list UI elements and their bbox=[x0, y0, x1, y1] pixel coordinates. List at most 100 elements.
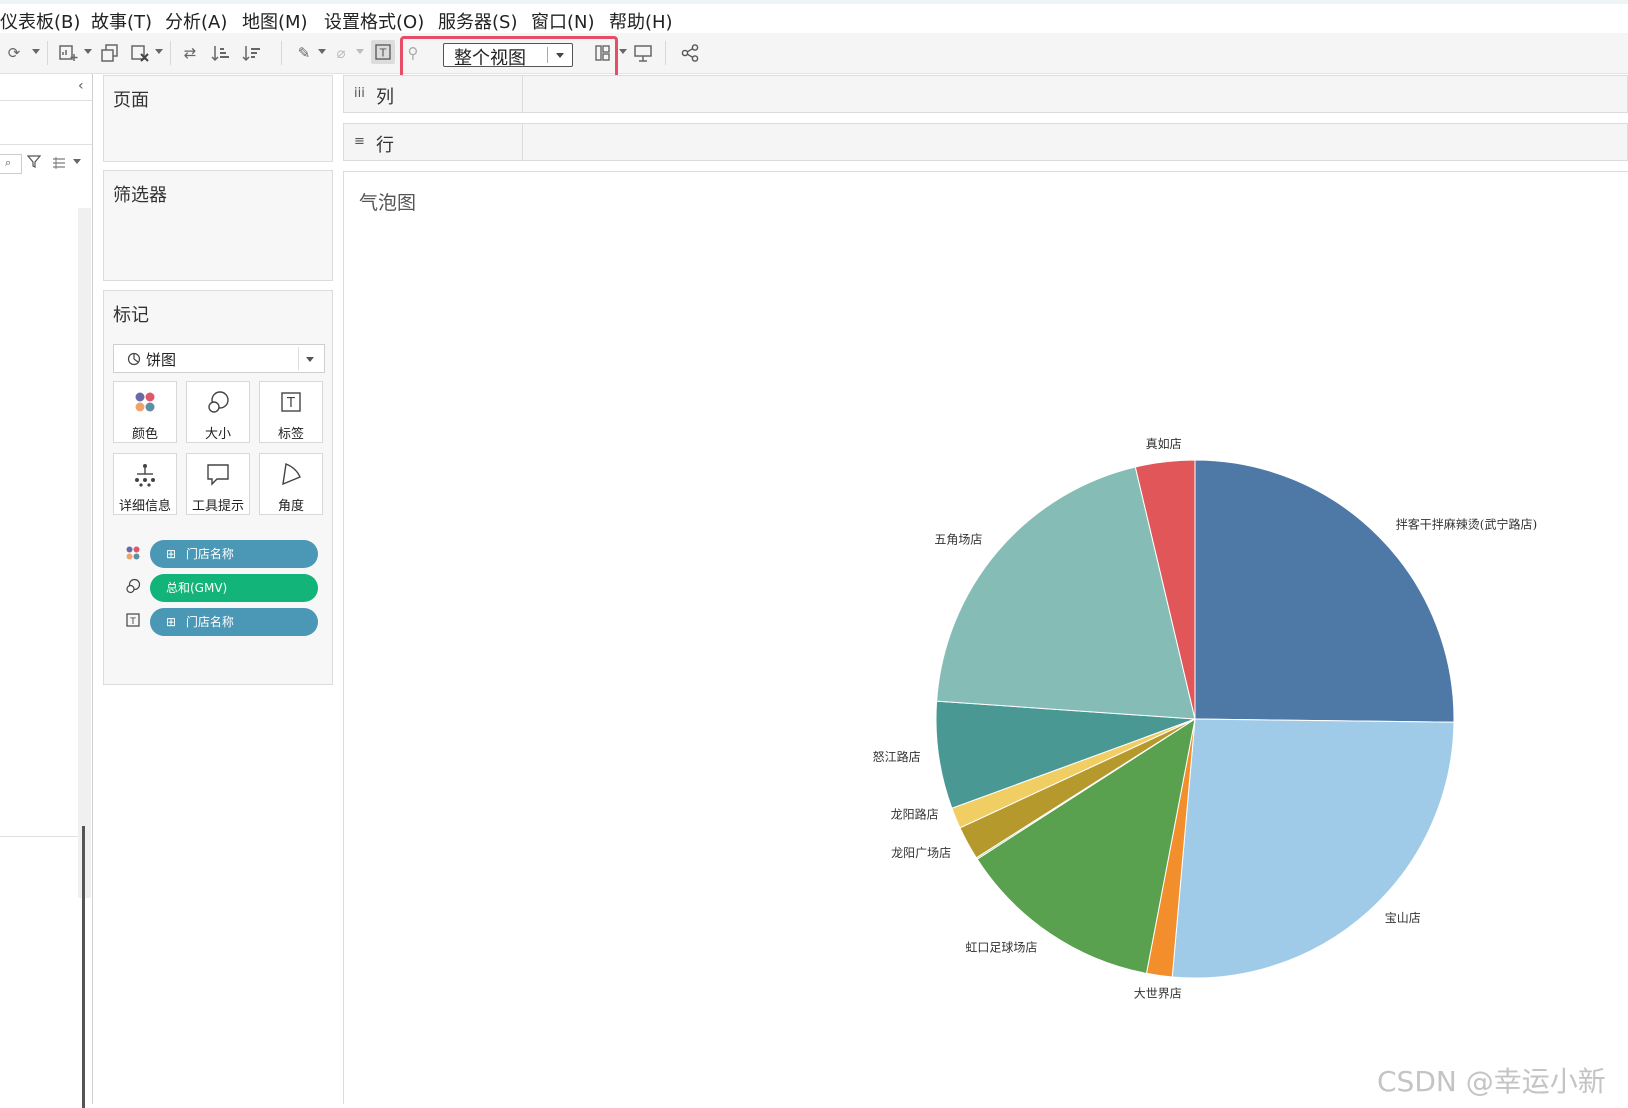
pie-slice-label: 真如店 bbox=[1146, 436, 1182, 451]
sort-ascending-icon[interactable] bbox=[211, 43, 231, 63]
text-label-icon: T bbox=[260, 390, 322, 416]
label-pill-label: 门店名称 bbox=[185, 615, 234, 629]
pages-card-title: 页面 bbox=[113, 90, 149, 111]
group-members-icon[interactable]: ⌀ bbox=[331, 43, 351, 63]
menu-format[interactable]: 设置格式(O) bbox=[324, 8, 424, 34]
search-field[interactable]: ⌕ bbox=[0, 154, 22, 174]
marks-card-title: 标记 bbox=[113, 305, 149, 326]
svg-text:T: T bbox=[129, 617, 136, 627]
dropdown-separator bbox=[298, 347, 299, 370]
menu-bar: 仪表板(B) 故事(T) 分析(A) 地图(M) 设置格式(O) 服务器(S) … bbox=[0, 0, 1628, 33]
menu-window[interactable]: 窗口(N) bbox=[531, 8, 595, 34]
menu-story[interactable]: 故事(T) bbox=[91, 8, 152, 34]
angle-button[interactable]: 角度 bbox=[259, 453, 323, 515]
toolbar-separator bbox=[170, 41, 171, 65]
menu-map[interactable]: 地图(M) bbox=[242, 8, 308, 34]
pie-slice-label: 五角场店 bbox=[934, 533, 982, 547]
detail-button-label: 详细信息 bbox=[118, 499, 171, 514]
detail-button[interactable]: 详细信息 bbox=[113, 453, 177, 515]
columns-icon: iii bbox=[354, 86, 365, 101]
pie-slice-label: 大世界店 bbox=[1134, 986, 1182, 1000]
shelf-divider bbox=[522, 76, 523, 112]
detail-hierarchy-icon bbox=[114, 462, 176, 488]
highlight-dropdown-icon[interactable] bbox=[318, 49, 326, 54]
clear-sheet-icon[interactable] bbox=[130, 43, 150, 63]
menu-help[interactable]: 帮助(H) bbox=[609, 8, 673, 34]
angle-button-label: 角度 bbox=[277, 499, 304, 514]
palette-icon bbox=[114, 390, 176, 416]
presentation-mode-icon[interactable] bbox=[633, 43, 653, 63]
toolbar-separator bbox=[665, 41, 666, 65]
refresh-dropdown-icon[interactable] bbox=[32, 49, 40, 54]
toolbar-separator bbox=[281, 41, 282, 65]
share-icon[interactable] bbox=[680, 43, 700, 63]
scrollbar-track[interactable] bbox=[78, 208, 91, 898]
viz-view: 气泡图 拌客干拌麻辣烫(武宁路店) 宝山店 大世界店 虹口足球场店 龙阳广场店 龙阳路店怒… bbox=[343, 171, 1628, 1104]
new-sheet-dropdown-icon[interactable] bbox=[84, 49, 92, 54]
view-list-dropdown-icon[interactable] bbox=[73, 159, 81, 164]
swap-rows-columns-icon[interactable]: ⇄ bbox=[180, 43, 200, 63]
size-icon bbox=[187, 390, 249, 416]
filters-card-title: 筛选器 bbox=[113, 185, 167, 206]
pie-slice-label: 拌客干拌麻辣烫(武宁路店) bbox=[1396, 517, 1537, 532]
mark-type-value: 饼图 bbox=[146, 351, 177, 369]
pane-splitter[interactable] bbox=[92, 74, 93, 1104]
pane-divider bbox=[0, 100, 92, 101]
svg-text:T: T bbox=[286, 396, 295, 411]
show-cards-dropdown-icon[interactable] bbox=[619, 49, 627, 54]
tooltip-icon bbox=[187, 462, 249, 488]
filters-card[interactable]: 筛选器 bbox=[103, 170, 333, 281]
clear-dropdown-icon[interactable] bbox=[155, 49, 163, 54]
view-list-icon[interactable] bbox=[52, 154, 66, 173]
title-strip bbox=[0, 0, 1628, 4]
rows-icon: ≡ bbox=[354, 134, 365, 149]
size-pill[interactable]: 总和(GMV) bbox=[150, 574, 318, 602]
color-pill[interactable]: ⊞ 门店名称 bbox=[150, 540, 318, 568]
rows-shelf-label: 行 bbox=[376, 135, 394, 156]
menu-server[interactable]: 服务器(S) bbox=[438, 8, 517, 34]
pill-expand-icon: ⊞ bbox=[166, 547, 177, 561]
rows-shelf[interactable]: ≡ 行 bbox=[343, 123, 1628, 161]
pie-chart: 拌客干拌麻辣烫(武宁路店) 宝山店大世界店 虹口足球场店 龙阳广场店 龙阳路店 怒江路店 五… bbox=[873, 436, 1537, 1001]
size-encoding-icon bbox=[125, 578, 141, 594]
pie-slice-label: 怒江路店 bbox=[873, 749, 921, 764]
pie-slice[interactable] bbox=[1194, 459, 1455, 723]
highlight-pen-icon[interactable]: ✎ bbox=[294, 43, 314, 63]
label-pill[interactable]: ⊞ 门店名称 bbox=[150, 608, 318, 636]
color-button[interactable]: 颜色 bbox=[113, 381, 177, 443]
data-pane: ‹ ⌕ bbox=[0, 74, 92, 1108]
color-button-label: 颜色 bbox=[131, 427, 158, 442]
size-pill-label: 总和(GMV) bbox=[166, 581, 228, 595]
label-encoding-icon: T bbox=[125, 612, 141, 628]
pages-card[interactable]: 页面 bbox=[103, 75, 333, 162]
mark-type-dropdown[interactable]: 饼图 bbox=[113, 344, 325, 373]
sort-descending-icon[interactable] bbox=[242, 43, 262, 63]
collapse-chevron-icon[interactable]: ‹ bbox=[78, 78, 84, 94]
columns-shelf[interactable]: iii 列 bbox=[343, 75, 1628, 113]
pane-divider bbox=[0, 836, 78, 837]
angle-wedge-icon bbox=[260, 462, 322, 488]
refresh-icon[interactable]: ⟳ bbox=[4, 43, 24, 63]
menu-analysis[interactable]: 分析(A) bbox=[165, 8, 227, 34]
filter-icon[interactable] bbox=[26, 153, 42, 172]
search-icon: ⌕ bbox=[5, 156, 12, 169]
chevron-down-icon bbox=[306, 357, 314, 362]
pie-slice[interactable] bbox=[1171, 718, 1455, 979]
new-sheet-icon[interactable] bbox=[58, 43, 78, 63]
show-mark-labels-icon[interactable]: T bbox=[371, 40, 395, 64]
pane-divider bbox=[0, 144, 92, 145]
tooltip-button[interactable]: 工具提示 bbox=[186, 453, 250, 515]
tooltip-button-label: 工具提示 bbox=[191, 499, 244, 514]
svg-text:T: T bbox=[379, 47, 387, 60]
size-button[interactable]: 大小 bbox=[186, 381, 250, 443]
menu-dashboard[interactable]: 仪表板(B) bbox=[0, 8, 80, 34]
toolbar: ⟳ ⇄ ✎ ⌀ T ⚲ bbox=[0, 33, 1628, 74]
pie-mark-icon bbox=[127, 351, 141, 370]
scrollbar-thumb[interactable] bbox=[82, 826, 85, 1108]
pie-slice-label: 龙阳广场店 bbox=[891, 846, 951, 860]
group-dropdown-icon[interactable] bbox=[356, 49, 364, 54]
toolbar-separator bbox=[47, 41, 48, 65]
shelf-divider bbox=[522, 124, 523, 160]
label-button[interactable]: T 标签 bbox=[259, 381, 323, 443]
duplicate-sheet-icon[interactable] bbox=[100, 43, 120, 63]
